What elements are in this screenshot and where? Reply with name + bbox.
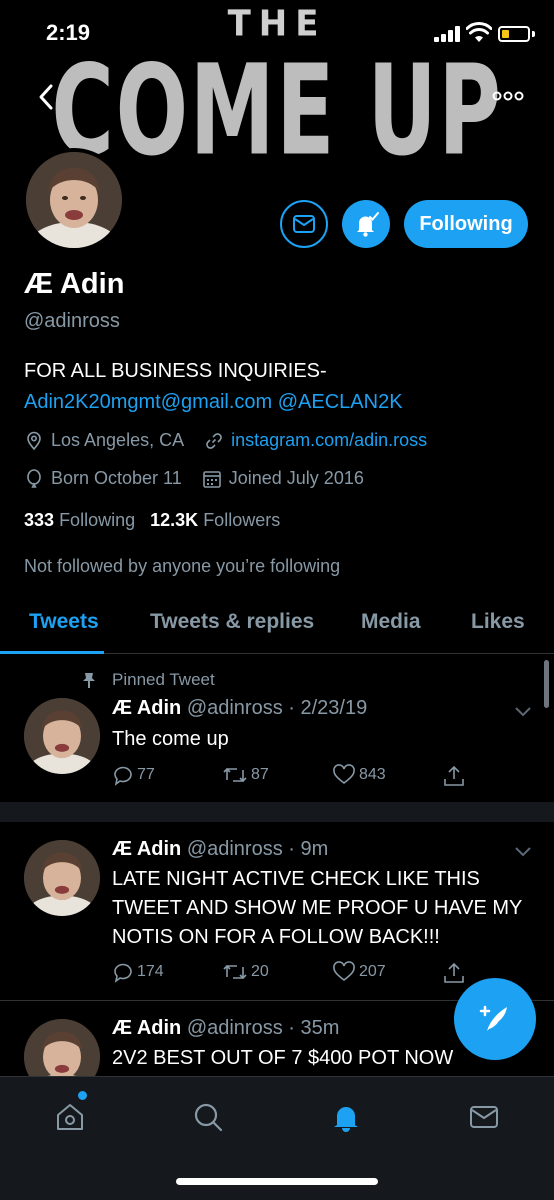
messages-icon	[470, 1106, 498, 1128]
tab-tweets-replies[interactable]: Tweets & replies	[150, 610, 314, 634]
profile-screen: THE COME UP 2:19 Following Æ Adin @adinr…	[0, 0, 554, 1200]
tweet-author-name: Æ Adin	[112, 697, 182, 719]
tweet-actions: 77 87 843	[112, 764, 532, 790]
reply-icon	[114, 766, 132, 786]
joined-text: Joined July 2016	[228, 468, 364, 488]
more-button[interactable]	[492, 86, 524, 106]
not-followed-note: Not followed by anyone you’re following	[24, 556, 341, 576]
retweet-icon	[223, 767, 247, 783]
status-time: 2:19	[46, 20, 91, 45]
tab-likes[interactable]: Likes	[471, 610, 525, 634]
tweet-header: Æ Adin @adinross · 35m	[112, 1017, 339, 1040]
retweet-icon	[223, 964, 247, 980]
location-pin-icon	[27, 431, 41, 450]
tweet-actions: 174 20 207	[112, 961, 532, 987]
heart-icon	[333, 764, 355, 785]
meta-row-dates: Born October 11 Joined July 2016	[24, 468, 364, 489]
tweet-header: Æ Adin @adinross · 2/23/19	[112, 697, 367, 720]
bio-mention-link[interactable]: @AECLAN2K	[278, 391, 403, 413]
scrollbar[interactable]	[544, 660, 549, 708]
nav-notifications[interactable]	[326, 1097, 366, 1137]
reply-button[interactable]: 174	[112, 961, 164, 983]
notifications-icon	[334, 1107, 358, 1132]
tab-tweets[interactable]: Tweets	[29, 610, 99, 634]
share-icon	[444, 962, 464, 983]
tweet-author-name: Æ Adin	[112, 838, 182, 860]
battery-icon	[498, 26, 530, 42]
website-link[interactable]: instagram.com/adin.ross	[231, 430, 427, 451]
like-button[interactable]: 207	[332, 961, 386, 983]
profile-handle: @adinross	[24, 310, 120, 332]
envelope-icon	[293, 215, 315, 233]
calendar-icon	[202, 470, 221, 488]
share-button[interactable]	[442, 961, 469, 985]
tweet-avatar[interactable]	[24, 1019, 100, 1076]
followers-count-link[interactable]: 12.3K Followers	[150, 510, 280, 530]
following-button[interactable]: Following	[404, 200, 528, 248]
tweet-handle-time: @adinross · 2/23/19	[186, 697, 368, 719]
tweet-text: The come up	[112, 728, 229, 750]
bio-text: FOR ALL BUSINESS INQUIRIES-	[24, 360, 327, 382]
nav-home[interactable]	[50, 1097, 90, 1137]
birthday-text: Born October 11	[51, 468, 182, 488]
following-count-link[interactable]: 333 Following	[24, 510, 135, 530]
nav-messages[interactable]	[464, 1097, 504, 1137]
tweet-item[interactable]: Æ Adin @adinross · 9m LATE NIGHT ACTIVE …	[0, 822, 554, 1000]
display-name: Æ Adin	[24, 268, 125, 300]
share-button[interactable]	[442, 764, 469, 788]
signal-icon	[434, 26, 460, 42]
tweet-text: LATE NIGHT ACTIVE CHECK LIKE THIS TWEET …	[112, 868, 523, 948]
retweet-button[interactable]: 20	[222, 961, 269, 983]
like-button[interactable]: 843	[332, 764, 386, 786]
link-icon	[206, 432, 222, 449]
location-text: Los Angeles, CA	[51, 430, 185, 450]
active-tab-indicator	[0, 651, 104, 654]
search-icon	[194, 1103, 223, 1132]
bell-check-icon	[357, 212, 379, 237]
compose-tweet-button[interactable]	[454, 978, 536, 1060]
heart-icon	[333, 961, 355, 982]
section-separator	[0, 802, 554, 822]
tweet-handle-time: @adinross · 35m	[186, 1017, 340, 1039]
status-bar: 2:19	[0, 0, 554, 64]
tweet-author-name: Æ Adin	[112, 1017, 182, 1039]
home-icon	[57, 1104, 83, 1130]
bio-links: Adin2K20mgmt@gmail.com @AECLAN2K	[24, 391, 403, 414]
reply-button[interactable]: 77	[112, 764, 155, 786]
wifi-icon	[466, 22, 492, 42]
follow-counts: 333 Following 12.3K Followers	[24, 510, 280, 531]
home-indicator[interactable]	[176, 1178, 378, 1185]
bio-email-link[interactable]: Adin2K20mgmt@gmail.com	[24, 391, 272, 413]
tweet-handle-time: @adinross · 9m	[186, 838, 329, 860]
meta-row-location: Los Angeles, CA instagram.com/adin.ross	[24, 430, 427, 451]
message-button[interactable]	[280, 200, 328, 248]
tab-media[interactable]: Media	[361, 610, 421, 634]
chevron-down-icon[interactable]	[514, 846, 532, 858]
reply-icon	[114, 963, 132, 983]
banner-title-large: COME UP	[51, 37, 503, 184]
back-button[interactable]	[32, 82, 62, 112]
profile-avatar[interactable]	[22, 148, 126, 252]
balloon-icon	[27, 468, 41, 488]
tweet-avatar[interactable]	[24, 698, 100, 774]
notifications-toggle-button[interactable]	[342, 200, 390, 248]
tweet-item[interactable]: Æ Adin @adinross · 2/23/19 The come up 7…	[0, 660, 554, 800]
chevron-down-icon[interactable]	[514, 706, 532, 718]
chevron-left-icon	[39, 84, 53, 110]
more-dots-icon	[492, 91, 524, 101]
retweet-button[interactable]: 87	[222, 764, 269, 786]
new-content-dot	[78, 1091, 87, 1100]
tweet-header: Æ Adin @adinross · 9m	[112, 838, 328, 861]
profile-tabs: Tweets Tweets & replies Media Likes	[0, 596, 554, 654]
compose-feather-icon	[479, 1005, 507, 1031]
tweet-avatar[interactable]	[24, 840, 100, 916]
nav-search[interactable]	[188, 1097, 228, 1137]
share-icon	[444, 765, 464, 786]
